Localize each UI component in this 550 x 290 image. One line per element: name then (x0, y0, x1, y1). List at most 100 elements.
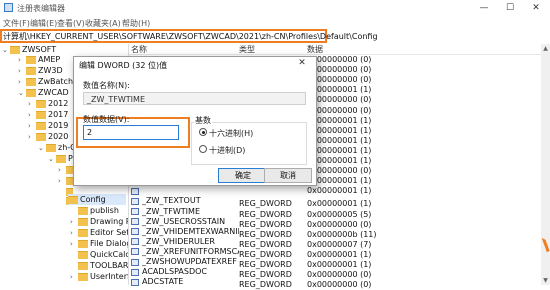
tree-label: AMEP (38, 55, 61, 64)
table-row[interactable]: _ZW_USECROSSTAIN REG_DWORD 0x00000000 (0) (142, 216, 371, 229)
dword-value-icon (131, 197, 139, 205)
row-name: _ZW_XREFUNITFORMSCALE (142, 246, 239, 256)
chevron-down-icon[interactable]: ⌄ (18, 88, 26, 99)
folder-icon (36, 121, 46, 130)
chevron-down-icon[interactable]: ⌄ (48, 154, 56, 165)
ok-button[interactable]: 确定 (218, 168, 268, 183)
base-label: 基数 (194, 115, 212, 126)
cancel-button[interactable]: 取消 (264, 168, 312, 183)
chevron-right-icon[interactable]: › (70, 239, 78, 250)
chevron-right-icon[interactable]: › (28, 132, 36, 143)
tree-item-config[interactable]: Config (68, 194, 126, 205)
folder-icon (78, 261, 88, 270)
maximize-button[interactable]: ☐ (500, 2, 520, 14)
tree-label: ZW3D (38, 66, 63, 75)
dword-value-icon (131, 268, 139, 276)
tree-item-amep[interactable]: › AMEP (18, 54, 60, 65)
folder-icon (78, 217, 88, 226)
list-header (129, 44, 549, 55)
dialog-title: 编辑 DWORD (32 位)值 (79, 61, 168, 70)
table-row[interactable]: ACADLSPASDOC REG_DWORD 0x00000000 (0) (142, 267, 371, 279)
chevron-right-icon[interactable]: › (58, 176, 66, 187)
tree-item-quickcalc[interactable]: QuickCalc (78, 249, 128, 260)
regedit-app-icon (4, 3, 13, 12)
dword-value-icon (131, 228, 139, 236)
table-row[interactable]: _ZW_TFWTIME REG_DWORD 0x00000005 (5) (142, 207, 371, 219)
row-name: _ZW_TEXTOUT (142, 196, 201, 206)
radio-dec-label[interactable]: 十进制(D) (209, 145, 245, 156)
tree-item-userinterface[interactable]: › UserInterfa (70, 271, 128, 282)
tree-item-zwcad[interactable]: ⌄ ZWCAD (18, 87, 69, 98)
table-row[interactable]: _ZW_XREFUNITFORMSCALEREG_DWORD0x00000001… (142, 246, 371, 259)
tree-item-publish[interactable]: publish (78, 205, 119, 216)
table-row[interactable]: _ZW_VHIDEMTEXWARNINGREG_DWORD0x0000000b … (142, 226, 377, 239)
tree-item-2019[interactable]: › 2019 (28, 120, 68, 131)
table-row[interactable]: 0x00000001 (1) (142, 186, 371, 196)
minimize-button[interactable]: — (474, 2, 494, 14)
folder-icon (36, 132, 46, 141)
table-row[interactable]: _ZW_VHIDERULER REG_DWORD 0x00000007 (7) (142, 237, 371, 249)
dword-value-icon (131, 218, 139, 226)
table-row[interactable]: _ZWSHOWUPDATEXREF REG_DWORD 0x00000001 (1) (142, 257, 371, 269)
folder-icon (78, 239, 88, 248)
folder-icon (78, 228, 88, 237)
row-name: ACADLSPASDOC (142, 267, 207, 277)
column-header-data[interactable]: 数据 (307, 44, 323, 55)
row-name: ADCSTATE (142, 277, 184, 287)
value-data-text: 2 (87, 128, 93, 137)
tree-item-editor-settings[interactable]: ›Editor Sett (70, 227, 128, 238)
row-data: 0x00000001 (1) (307, 186, 372, 196)
folder-icon (26, 77, 36, 86)
tree-item-zw3d[interactable]: › ZW3D (18, 65, 63, 76)
tree-label: Config (80, 195, 106, 204)
tree-item-2020[interactable]: › 2020 (28, 131, 68, 142)
tree-item-drawing-recovery[interactable]: › Drawing R (70, 216, 128, 227)
close-button[interactable]: ✕ (526, 2, 546, 14)
scroll-up-icon[interactable]: ▲ (541, 44, 550, 53)
scroll-down-icon[interactable]: ▼ (541, 276, 550, 285)
folder-icon (78, 206, 88, 215)
tree-label: publish (90, 206, 119, 215)
row-name: _ZWSHOWUPDATEXREF (142, 257, 237, 266)
chevron-down-icon[interactable]: ⌄ (2, 45, 10, 56)
table-row[interactable]: ADCSTATE REG_DWORD 0x00000000 (0) (142, 277, 371, 289)
row-name: _ZW_VHIDEMTEXWARNING (142, 226, 239, 236)
tree-item-file-dialog[interactable]: › File Dialog (70, 238, 128, 249)
dialog-close-button[interactable]: ✕ (294, 58, 310, 70)
column-header-name[interactable]: 名称 (131, 44, 147, 55)
dword-value-icon (131, 238, 139, 246)
folder-icon (66, 176, 73, 185)
value-data-input[interactable] (83, 125, 179, 140)
address-path: 计算机\HKEY_CURRENT_USER\SOFTWARE\ZWSOFT\ZW… (3, 32, 378, 41)
folder-icon (26, 66, 36, 75)
tree-label: QuickCalc (90, 250, 128, 259)
folder-icon (10, 45, 20, 54)
tree-label: Editor Sett (90, 228, 128, 237)
dword-value-icon (131, 208, 139, 215)
tree-label: TOOLBAR (90, 261, 128, 270)
window-title: 注册表编辑器 (17, 4, 65, 13)
folder-icon (78, 272, 88, 281)
radio-hex[interactable] (199, 128, 207, 136)
folder-icon (78, 250, 88, 259)
column-header-type[interactable]: 类型 (239, 44, 255, 55)
value-name-text: _ZW_TFWTIME (87, 95, 145, 104)
folder-icon (46, 143, 56, 152)
folder-icon (66, 165, 73, 174)
row-name: _ZW_USECROSSTAIN (142, 216, 226, 226)
radio-dec[interactable] (199, 145, 207, 153)
tree-label: 2017 (48, 110, 69, 119)
table-row[interactable]: _ZW_TEXTOUT REG_DWORD 0x00000001 (1) (142, 196, 371, 208)
tree-label: ZWCAD (38, 88, 69, 97)
tree-label: ZWSOFT (22, 45, 57, 54)
folder-icon (36, 99, 46, 108)
tree-item-toolbar[interactable]: TOOLBAR (78, 260, 128, 271)
radio-hex-label[interactable]: 十六进制(H) (209, 128, 253, 139)
dword-value-icon (131, 187, 139, 195)
dword-value-icon (131, 248, 139, 256)
tree-label: 2012 (48, 99, 69, 108)
tree-item-2017[interactable]: › 2017 (28, 109, 68, 120)
chevron-down-icon[interactable]: ⌄ (38, 143, 46, 154)
tree-item-2012[interactable]: › 2012 (28, 98, 68, 109)
chevron-right-icon[interactable]: › (70, 272, 78, 283)
